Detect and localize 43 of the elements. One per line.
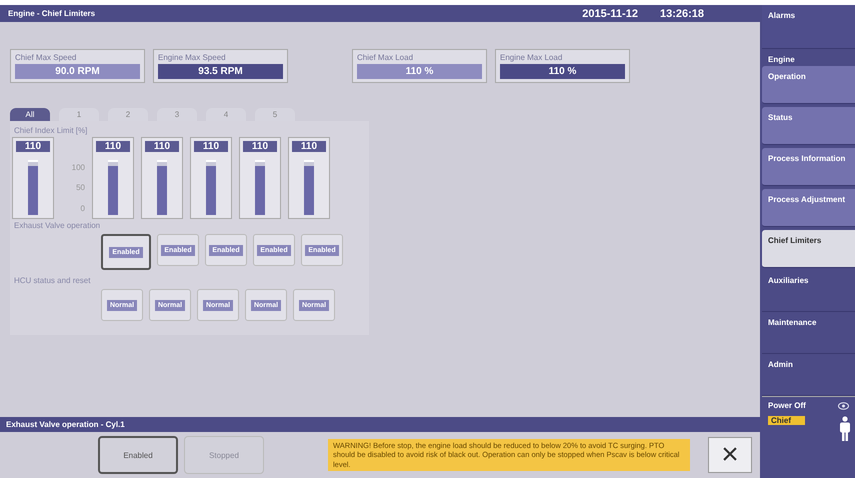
scale-label: 50 [76,183,85,192]
user-badge: Chief [768,416,805,425]
limit-value: 110 % [500,64,625,79]
close-button[interactable]: × [708,437,752,473]
cylinder-tab[interactable]: 1 [59,108,99,121]
date-text: 2015-11-12 [582,8,638,20]
limit-label: Engine Max Load [500,53,564,62]
limit-label: Chief Max Speed [15,53,78,62]
nav-item[interactable]: Process Information [762,148,855,186]
cylinder-tab[interactable]: 3 [157,108,197,121]
section-title: Chief Index Limit [%] [14,126,88,135]
nav-item[interactable]: Operation [762,66,855,104]
cylinder-tab[interactable]: All [10,108,50,121]
gauge-value: 110 [243,141,277,152]
nav-group-label: Engine [767,54,796,65]
person-icon [839,416,851,442]
section-title: Exhaust Valve operation [14,221,102,230]
scale-label: 100 [72,162,85,172]
limit-value: 93.5 RPM [158,64,283,79]
cylinder-tab[interactable]: 4 [206,108,246,121]
limit-value: 110 % [357,64,482,79]
window-title: Engine - Chief Limiters [8,9,96,18]
gauge-value: 110 [292,141,326,152]
power-off-label[interactable]: Power Off [768,401,806,410]
limit-label: Engine Max Speed [158,53,227,62]
gauge-value: 110 [96,141,130,152]
gauge-value: 110 [145,141,179,152]
cylinder-tab[interactable]: 5 [255,108,295,121]
nav-item[interactable]: Alarms [762,5,855,49]
operation-button[interactable]: Enabled [98,436,178,474]
cylinder-tab[interactable]: 2 [108,108,148,121]
nav-item[interactable]: Status [762,107,855,145]
panel-title: Exhaust Valve operation - Cyl.1 [6,420,125,429]
section-title: HCU status and reset [14,276,92,285]
nav-item[interactable]: Process Adjustment [762,189,855,227]
time-text: 13:26:18 [660,8,704,20]
nav-item[interactable]: Chief Limiters [762,230,855,268]
scale-label: 0 [80,204,85,214]
limit-label: Chief Max Load [357,53,414,62]
gauge-value: 110 [16,141,50,152]
eye-icon [838,402,849,410]
gauge-value: 110 [194,141,228,152]
limit-value: 90.0 RPM [15,64,140,79]
